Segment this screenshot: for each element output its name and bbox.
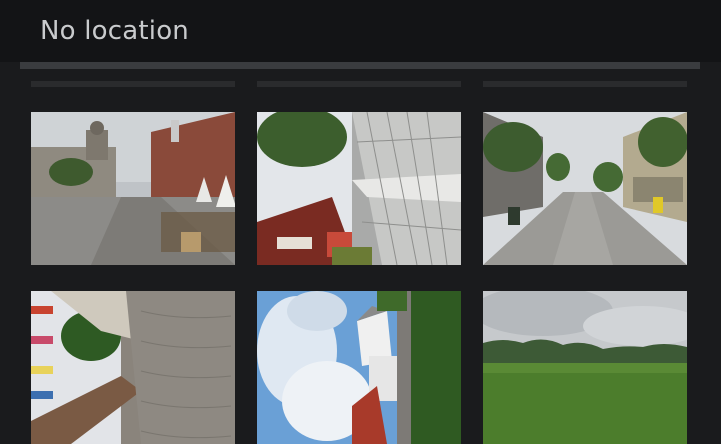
- photo-thumbnail-partial[interactable]: [483, 81, 687, 87]
- photo-thumbnail-partial[interactable]: [257, 81, 461, 87]
- photo-thumbnail[interactable]: [31, 291, 235, 444]
- photo-thumbnail[interactable]: [483, 291, 687, 444]
- photo-thumbnail[interactable]: [483, 112, 687, 265]
- photo-thumbnail[interactable]: [257, 291, 461, 444]
- photo-thumbnail-partial[interactable]: [31, 81, 235, 87]
- photo-grid: [0, 0, 721, 444]
- photo-thumbnail[interactable]: [31, 112, 235, 265]
- photo-thumbnail[interactable]: [257, 112, 461, 265]
